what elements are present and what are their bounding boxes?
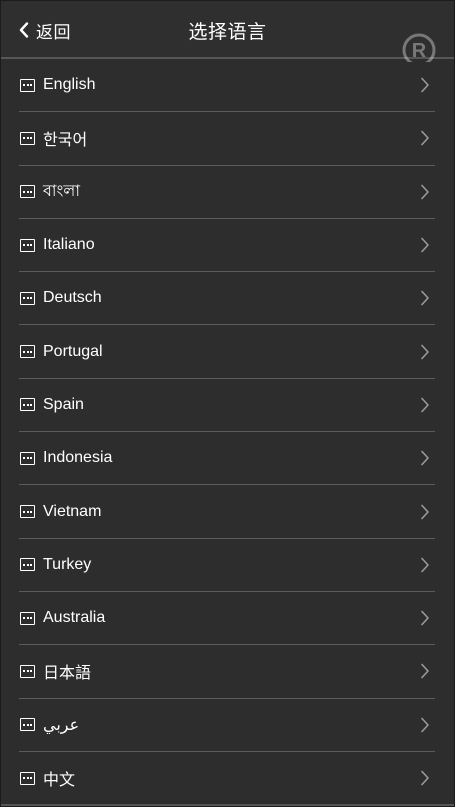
language-label: عربي <box>43 716 80 734</box>
chevron-right-icon <box>421 184 429 200</box>
registered-icon: R <box>402 33 436 62</box>
language-label: বাংলা <box>43 183 80 201</box>
chevron-right-icon <box>421 291 429 306</box>
language-label: Turkey <box>43 555 92 573</box>
keyboard-icon <box>20 238 35 252</box>
language-label: English <box>43 76 96 94</box>
language-item[interactable]: Portugal <box>19 325 435 379</box>
keyboard-icon <box>20 664 35 678</box>
language-label: Spain <box>43 395 84 413</box>
language-item[interactable]: 한국어 <box>19 112 435 166</box>
language-item[interactable]: Vietnam <box>19 485 435 539</box>
page-title: 选择语言 <box>188 22 267 43</box>
language-item[interactable]: Deutsch <box>19 272 435 326</box>
chevron-right-icon <box>421 610 429 626</box>
chevron-right-icon <box>421 557 429 573</box>
language-item[interactable]: Spain <box>19 379 435 433</box>
language-item[interactable]: 中文 <box>19 752 435 804</box>
chevron-right-icon <box>421 77 429 93</box>
keyboard-icon <box>20 185 35 199</box>
language-label: Indonesia <box>43 449 113 467</box>
language-label: 한국어 <box>43 132 88 150</box>
keyboard-icon <box>20 558 35 572</box>
keyboard-icon <box>20 718 35 732</box>
keyboard-icon <box>20 131 35 145</box>
language-item[interactable]: 日本語 <box>19 645 435 699</box>
language-item[interactable]: English <box>19 59 435 113</box>
language-label: Italiano <box>43 236 95 254</box>
language-label: Vietnam <box>43 502 102 520</box>
language-item[interactable]: Indonesia <box>19 432 435 486</box>
language-item[interactable]: বাংলা <box>19 166 435 219</box>
keyboard-icon <box>20 505 35 519</box>
chevron-right-icon <box>421 237 429 253</box>
chevron-right-icon <box>421 664 429 679</box>
language-item[interactable]: Italiano <box>19 219 435 273</box>
language-item[interactable]: Turkey <box>19 539 435 592</box>
chevron-right-icon <box>421 344 429 359</box>
keyboard-icon <box>20 78 35 92</box>
language-label: Portugal <box>43 342 103 360</box>
bottom-divider <box>1 804 454 806</box>
header-bar: 返回 选择语言 R <box>1 1 454 62</box>
language-label: Deutsch <box>43 289 102 307</box>
language-list: English 한국어 বাংলা Italiano Deutsch Portu… <box>19 59 435 804</box>
keyboard-icon <box>20 771 35 785</box>
chevron-right-icon <box>421 717 429 733</box>
chevron-right-icon <box>421 504 429 519</box>
language-item[interactable]: عربي <box>19 699 435 752</box>
keyboard-icon <box>20 611 35 625</box>
language-item[interactable]: Australia <box>19 592 435 646</box>
chevron-right-icon <box>421 770 429 786</box>
keyboard-icon <box>20 398 35 412</box>
keyboard-icon <box>20 451 35 465</box>
language-label: 中文 <box>43 772 76 789</box>
app-window: 返回 选择语言 R English 한국어 বাংলা Italiano Deu… <box>0 0 455 807</box>
chevron-right-icon <box>421 397 429 413</box>
chevron-right-icon <box>421 450 429 466</box>
keyboard-icon <box>20 291 35 305</box>
chevron-right-icon <box>421 131 429 146</box>
language-label: Australia <box>43 609 106 627</box>
language-label: 日本語 <box>43 665 92 683</box>
keyboard-icon <box>20 345 35 359</box>
